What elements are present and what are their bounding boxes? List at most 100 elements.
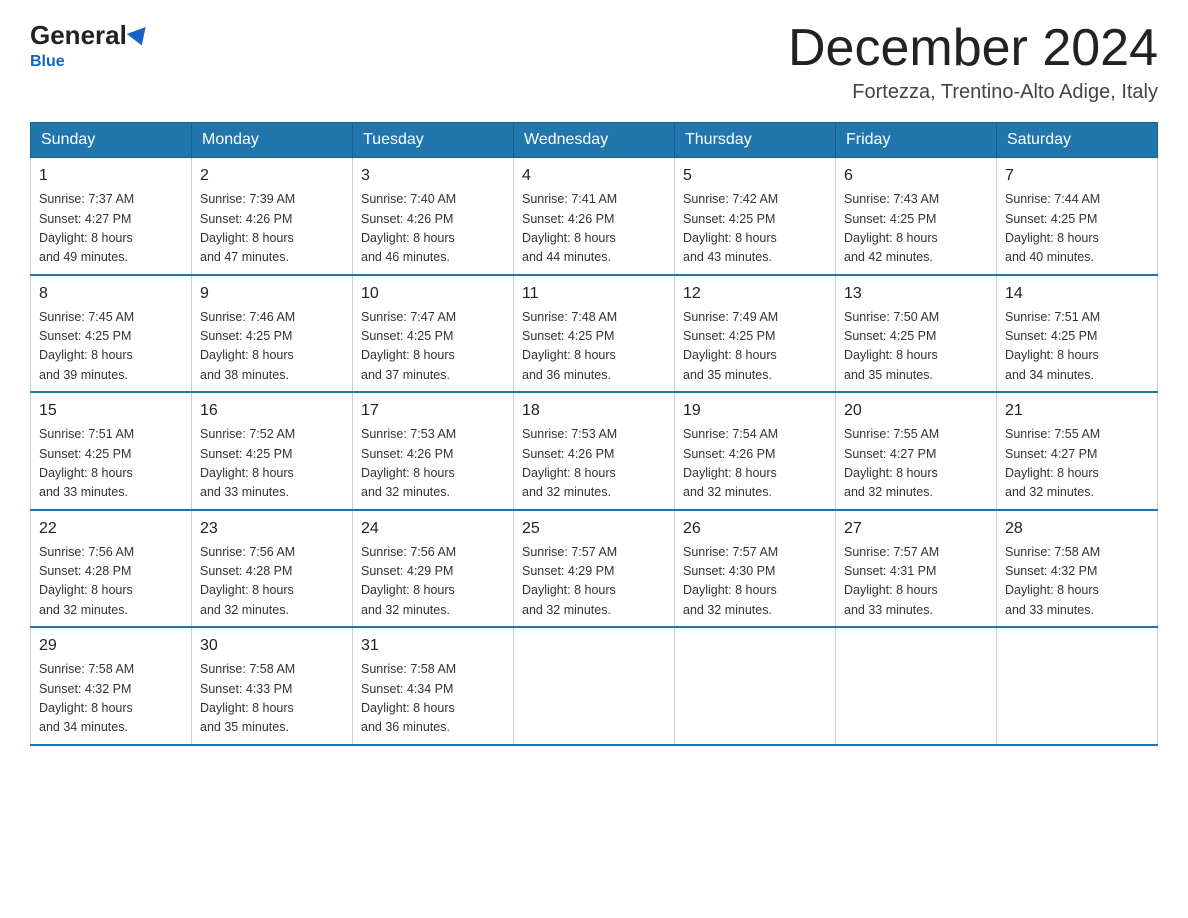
day-number: 2: [200, 164, 344, 188]
day-info: Sunrise: 7:56 AM Sunset: 4:28 PM Dayligh…: [39, 543, 183, 621]
calendar-cell: 13 Sunrise: 7:50 AM Sunset: 4:25 PM Dayl…: [836, 275, 997, 393]
day-info: Sunrise: 7:55 AM Sunset: 4:27 PM Dayligh…: [844, 425, 988, 503]
day-number: 9: [200, 282, 344, 306]
calendar-cell: 3 Sunrise: 7:40 AM Sunset: 4:26 PM Dayli…: [353, 158, 514, 275]
week-row-2: 8 Sunrise: 7:45 AM Sunset: 4:25 PM Dayli…: [31, 275, 1158, 393]
day-number: 21: [1005, 399, 1149, 423]
day-info: Sunrise: 7:42 AM Sunset: 4:25 PM Dayligh…: [683, 190, 827, 268]
day-info: Sunrise: 7:40 AM Sunset: 4:26 PM Dayligh…: [361, 190, 505, 268]
calendar-cell: 22 Sunrise: 7:56 AM Sunset: 4:28 PM Dayl…: [31, 510, 192, 628]
day-number: 24: [361, 517, 505, 541]
calendar-cell: 4 Sunrise: 7:41 AM Sunset: 4:26 PM Dayli…: [514, 158, 675, 275]
logo-triangle-icon: [127, 27, 151, 49]
day-number: 30: [200, 634, 344, 658]
day-info: Sunrise: 7:53 AM Sunset: 4:26 PM Dayligh…: [361, 425, 505, 503]
calendar-cell: 12 Sunrise: 7:49 AM Sunset: 4:25 PM Dayl…: [675, 275, 836, 393]
calendar-cell: 21 Sunrise: 7:55 AM Sunset: 4:27 PM Dayl…: [997, 392, 1158, 510]
calendar-cell: 29 Sunrise: 7:58 AM Sunset: 4:32 PM Dayl…: [31, 627, 192, 745]
calendar-cell: 14 Sunrise: 7:51 AM Sunset: 4:25 PM Dayl…: [997, 275, 1158, 393]
calendar-cell: 30 Sunrise: 7:58 AM Sunset: 4:33 PM Dayl…: [192, 627, 353, 745]
calendar-cell: 19 Sunrise: 7:54 AM Sunset: 4:26 PM Dayl…: [675, 392, 836, 510]
calendar-cell: 18 Sunrise: 7:53 AM Sunset: 4:26 PM Dayl…: [514, 392, 675, 510]
day-info: Sunrise: 7:58 AM Sunset: 4:33 PM Dayligh…: [200, 660, 344, 738]
day-number: 28: [1005, 517, 1149, 541]
calendar-cell: 7 Sunrise: 7:44 AM Sunset: 4:25 PM Dayli…: [997, 158, 1158, 275]
calendar-cell: 5 Sunrise: 7:42 AM Sunset: 4:25 PM Dayli…: [675, 158, 836, 275]
calendar-cell: 23 Sunrise: 7:56 AM Sunset: 4:28 PM Dayl…: [192, 510, 353, 628]
weekday-header-thursday: Thursday: [675, 123, 836, 158]
calendar-cell: 2 Sunrise: 7:39 AM Sunset: 4:26 PM Dayli…: [192, 158, 353, 275]
day-number: 19: [683, 399, 827, 423]
calendar-cell: 20 Sunrise: 7:55 AM Sunset: 4:27 PM Dayl…: [836, 392, 997, 510]
day-info: Sunrise: 7:49 AM Sunset: 4:25 PM Dayligh…: [683, 308, 827, 386]
day-info: Sunrise: 7:39 AM Sunset: 4:26 PM Dayligh…: [200, 190, 344, 268]
week-row-4: 22 Sunrise: 7:56 AM Sunset: 4:28 PM Dayl…: [31, 510, 1158, 628]
day-info: Sunrise: 7:47 AM Sunset: 4:25 PM Dayligh…: [361, 308, 505, 386]
day-info: Sunrise: 7:51 AM Sunset: 4:25 PM Dayligh…: [1005, 308, 1149, 386]
day-info: Sunrise: 7:58 AM Sunset: 4:32 PM Dayligh…: [1005, 543, 1149, 621]
day-number: 4: [522, 164, 666, 188]
calendar-cell: 8 Sunrise: 7:45 AM Sunset: 4:25 PM Dayli…: [31, 275, 192, 393]
day-number: 23: [200, 517, 344, 541]
day-info: Sunrise: 7:57 AM Sunset: 4:31 PM Dayligh…: [844, 543, 988, 621]
day-number: 31: [361, 634, 505, 658]
day-number: 13: [844, 282, 988, 306]
day-number: 7: [1005, 164, 1149, 188]
day-info: Sunrise: 7:41 AM Sunset: 4:26 PM Dayligh…: [522, 190, 666, 268]
calendar-cell: 6 Sunrise: 7:43 AM Sunset: 4:25 PM Dayli…: [836, 158, 997, 275]
day-number: 20: [844, 399, 988, 423]
calendar-cell: 25 Sunrise: 7:57 AM Sunset: 4:29 PM Dayl…: [514, 510, 675, 628]
calendar-cell: [997, 627, 1158, 745]
weekday-header-wednesday: Wednesday: [514, 123, 675, 158]
weekday-header-tuesday: Tuesday: [353, 123, 514, 158]
calendar-cell: 1 Sunrise: 7:37 AM Sunset: 4:27 PM Dayli…: [31, 158, 192, 275]
day-number: 16: [200, 399, 344, 423]
day-number: 6: [844, 164, 988, 188]
calendar-cell: 27 Sunrise: 7:57 AM Sunset: 4:31 PM Dayl…: [836, 510, 997, 628]
calendar-cell: 26 Sunrise: 7:57 AM Sunset: 4:30 PM Dayl…: [675, 510, 836, 628]
day-info: Sunrise: 7:53 AM Sunset: 4:26 PM Dayligh…: [522, 425, 666, 503]
day-number: 25: [522, 517, 666, 541]
day-info: Sunrise: 7:54 AM Sunset: 4:26 PM Dayligh…: [683, 425, 827, 503]
weekday-header-friday: Friday: [836, 123, 997, 158]
calendar-cell: 11 Sunrise: 7:48 AM Sunset: 4:25 PM Dayl…: [514, 275, 675, 393]
calendar-cell: 31 Sunrise: 7:58 AM Sunset: 4:34 PM Dayl…: [353, 627, 514, 745]
calendar-table: SundayMondayTuesdayWednesdayThursdayFrid…: [30, 122, 1158, 746]
weekday-header-saturday: Saturday: [997, 123, 1158, 158]
day-info: Sunrise: 7:55 AM Sunset: 4:27 PM Dayligh…: [1005, 425, 1149, 503]
day-info: Sunrise: 7:46 AM Sunset: 4:25 PM Dayligh…: [200, 308, 344, 386]
day-info: Sunrise: 7:58 AM Sunset: 4:32 PM Dayligh…: [39, 660, 183, 738]
day-number: 1: [39, 164, 183, 188]
calendar-cell: 15 Sunrise: 7:51 AM Sunset: 4:25 PM Dayl…: [31, 392, 192, 510]
month-title: December 2024: [788, 20, 1158, 77]
calendar-cell: 16 Sunrise: 7:52 AM Sunset: 4:25 PM Dayl…: [192, 392, 353, 510]
day-info: Sunrise: 7:43 AM Sunset: 4:25 PM Dayligh…: [844, 190, 988, 268]
day-number: 15: [39, 399, 183, 423]
logo-blue-text: Blue: [30, 53, 65, 70]
calendar-cell: 17 Sunrise: 7:53 AM Sunset: 4:26 PM Dayl…: [353, 392, 514, 510]
day-info: Sunrise: 7:44 AM Sunset: 4:25 PM Dayligh…: [1005, 190, 1149, 268]
day-number: 18: [522, 399, 666, 423]
calendar-cell: 24 Sunrise: 7:56 AM Sunset: 4:29 PM Dayl…: [353, 510, 514, 628]
day-number: 11: [522, 282, 666, 306]
logo: General Blue: [30, 20, 149, 71]
day-number: 10: [361, 282, 505, 306]
weekday-header-monday: Monday: [192, 123, 353, 158]
calendar-cell: 9 Sunrise: 7:46 AM Sunset: 4:25 PM Dayli…: [192, 275, 353, 393]
week-row-3: 15 Sunrise: 7:51 AM Sunset: 4:25 PM Dayl…: [31, 392, 1158, 510]
title-area: December 2024 Fortezza, Trentino-Alto Ad…: [788, 20, 1158, 104]
logo-general-text: General: [30, 20, 127, 51]
day-info: Sunrise: 7:57 AM Sunset: 4:30 PM Dayligh…: [683, 543, 827, 621]
calendar-cell: [514, 627, 675, 745]
weekday-header-row: SundayMondayTuesdayWednesdayThursdayFrid…: [31, 123, 1158, 158]
day-number: 3: [361, 164, 505, 188]
day-number: 26: [683, 517, 827, 541]
week-row-1: 1 Sunrise: 7:37 AM Sunset: 4:27 PM Dayli…: [31, 158, 1158, 275]
calendar-cell: [836, 627, 997, 745]
day-number: 29: [39, 634, 183, 658]
day-info: Sunrise: 7:52 AM Sunset: 4:25 PM Dayligh…: [200, 425, 344, 503]
day-number: 27: [844, 517, 988, 541]
day-info: Sunrise: 7:56 AM Sunset: 4:28 PM Dayligh…: [200, 543, 344, 621]
calendar-cell: 28 Sunrise: 7:58 AM Sunset: 4:32 PM Dayl…: [997, 510, 1158, 628]
day-info: Sunrise: 7:50 AM Sunset: 4:25 PM Dayligh…: [844, 308, 988, 386]
